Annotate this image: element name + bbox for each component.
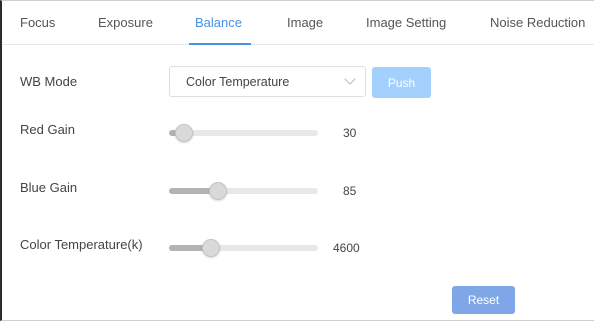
red-gain-value: 30: [343, 126, 357, 140]
tab-image[interactable]: Image: [287, 15, 323, 30]
tab-focus[interactable]: Focus: [20, 15, 55, 30]
blue-gain-slider-handle[interactable]: [209, 182, 228, 200]
settings-tabs: Focus Exposure Balance Image Image Setti…: [2, 1, 594, 45]
tab-exposure[interactable]: Exposure: [98, 15, 153, 30]
blue-gain-value: 85: [343, 184, 357, 198]
color-temperature-slider[interactable]: [169, 239, 318, 257]
tab-balance[interactable]: Balance: [195, 15, 242, 30]
active-tab-indicator: [189, 43, 251, 45]
blue-gain-slider[interactable]: [169, 182, 318, 200]
reset-button[interactable]: Reset: [452, 286, 515, 314]
color-temperature-slider-handle[interactable]: [201, 239, 220, 257]
push-button[interactable]: Push: [372, 67, 431, 98]
color-temperature-label: Color Temperature(k): [20, 237, 143, 252]
wb-mode-label: WB Mode: [20, 74, 78, 89]
tab-image-setting[interactable]: Image Setting: [366, 15, 446, 30]
chevron-down-icon: [344, 73, 356, 85]
tab-noise-reduction[interactable]: Noise Reduction: [490, 15, 585, 30]
red-gain-label: Red Gain: [20, 122, 75, 137]
wb-mode-selected-value: Color Temperature: [186, 75, 290, 89]
color-temperature-value: 4600: [333, 241, 360, 255]
red-gain-slider-handle[interactable]: [174, 124, 193, 142]
wb-mode-select[interactable]: Color Temperature: [169, 66, 366, 97]
blue-gain-label: Blue Gain: [20, 180, 78, 195]
red-gain-slider[interactable]: [169, 124, 318, 142]
balance-settings-panel: Focus Exposure Balance Image Image Setti…: [0, 0, 594, 321]
